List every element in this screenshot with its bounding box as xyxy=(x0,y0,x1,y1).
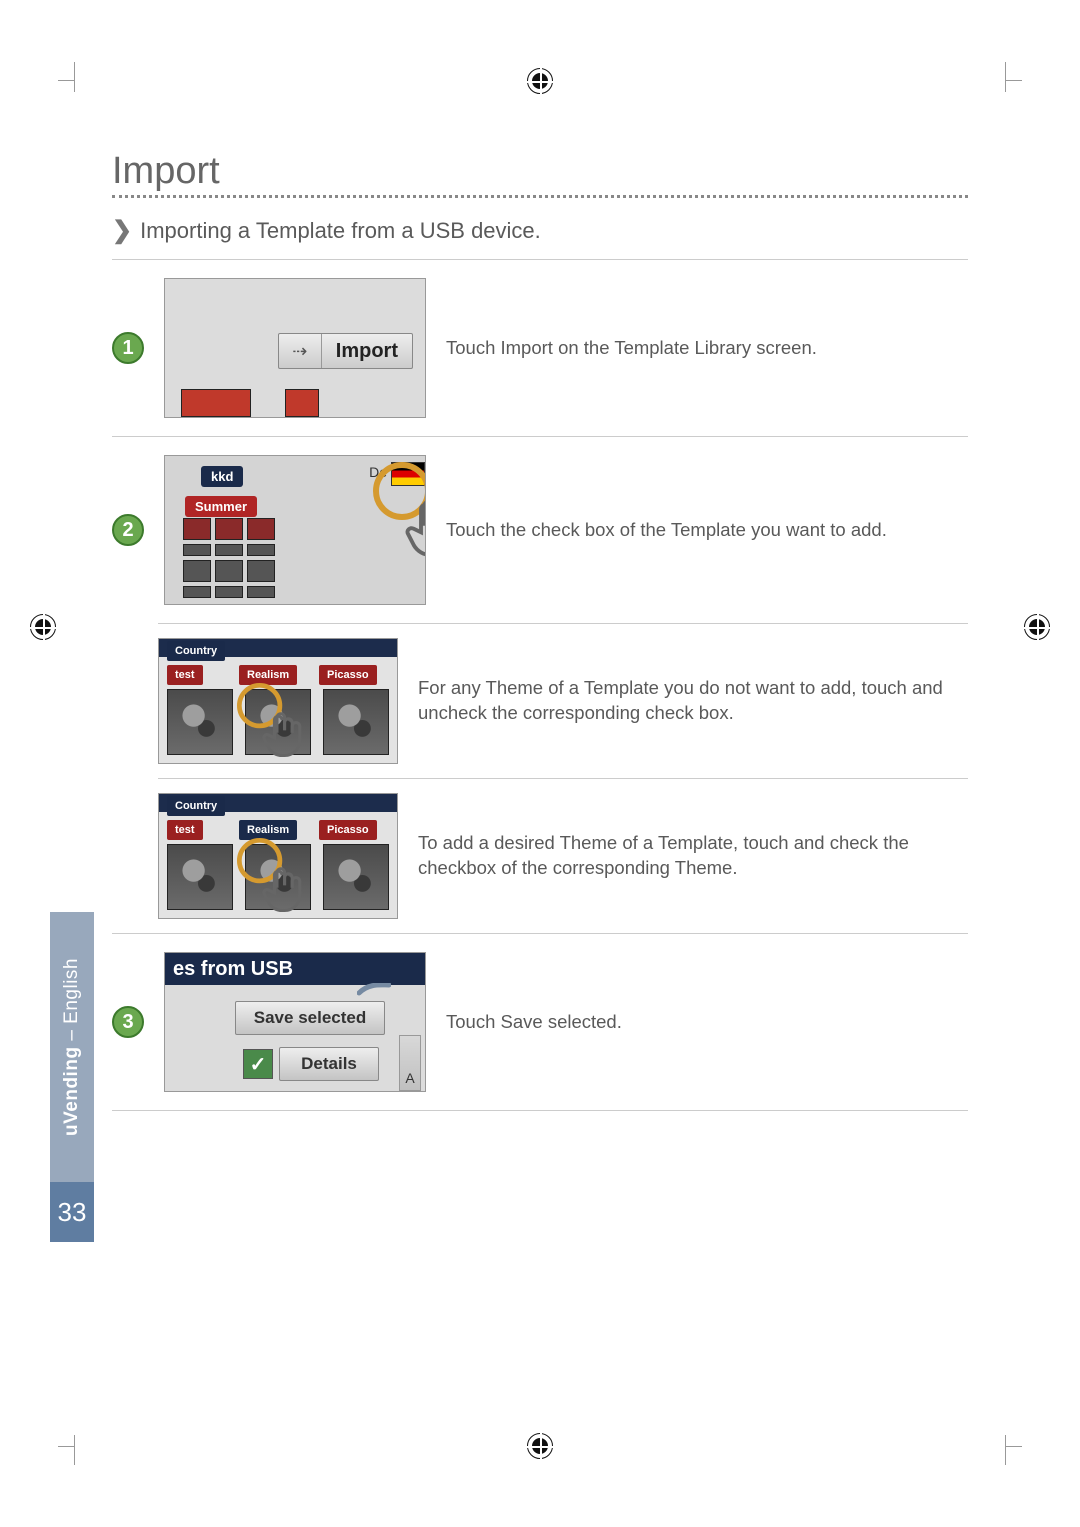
step-2b-description: For any Theme of a Template you do not w… xyxy=(418,676,968,726)
screenshot-step-2: kkd Summer De xyxy=(164,455,426,605)
save-selected-label: Save selected xyxy=(254,1008,366,1028)
swoosh-icon xyxy=(357,983,391,997)
page-number: 33 xyxy=(50,1182,94,1242)
crop-mark xyxy=(74,62,75,92)
template-thumb xyxy=(285,389,319,417)
details-label: Details xyxy=(301,1054,357,1074)
step-1-description: Touch Import on the Template Library scr… xyxy=(446,336,968,361)
step-badge-3: 3 xyxy=(112,1006,144,1038)
usb-dialog-title: es from USB xyxy=(165,953,425,985)
crop-mark xyxy=(1005,62,1006,92)
crop-mark xyxy=(1006,1446,1022,1447)
crop-mark xyxy=(74,1435,75,1465)
crop-mark xyxy=(1005,1435,1006,1465)
details-button[interactable]: Details xyxy=(279,1047,379,1081)
theme-thumb xyxy=(247,544,275,556)
theme-thumb xyxy=(215,586,243,598)
step-3-description: Touch Save selected. xyxy=(446,1010,968,1035)
theme-thumb xyxy=(215,560,243,582)
theme-chip-realism[interactable]: Realism xyxy=(239,820,297,840)
theme-thumb xyxy=(183,518,211,540)
crop-mark xyxy=(58,1446,74,1447)
side-tab-lang: English xyxy=(61,958,82,1024)
chevron-right-icon: ❯ xyxy=(112,216,132,245)
step-number: 3 xyxy=(112,1006,144,1038)
theme-chip-picasso[interactable]: Picasso xyxy=(319,665,377,685)
step-number: 1 xyxy=(112,332,144,364)
step-2: 2 kkd Summer De xyxy=(112,436,968,623)
theme-thumb xyxy=(183,586,211,598)
alpha-index-letter: A xyxy=(405,1070,414,1086)
step-number: 2 xyxy=(112,514,144,546)
registration-mark-icon xyxy=(527,68,553,94)
details-checkbox[interactable]: ✓ xyxy=(243,1049,273,1079)
template-chip-summer[interactable]: Summer xyxy=(185,496,257,517)
theme-thumb xyxy=(215,544,243,556)
theme-thumb xyxy=(247,518,275,540)
screenshot-step-3: es from USB Save selected ✓ Details A xyxy=(164,952,426,1092)
step-2c-description: To add a desired Theme of a Template, to… xyxy=(418,831,968,881)
subheading: ❯ Importing a Template from a USB device… xyxy=(112,216,968,245)
theme-chip-realism[interactable]: Realism xyxy=(239,665,297,685)
crop-mark xyxy=(58,80,74,81)
step-2c: Country test Realism Picasso To add a de… xyxy=(158,778,968,933)
import-button[interactable]: ⇢ Import xyxy=(278,333,413,369)
theme-chip-country[interactable]: Country xyxy=(167,641,225,661)
theme-thumb xyxy=(215,518,243,540)
subheading-text: Importing a Template from a USB device. xyxy=(140,218,541,244)
step-2b: Country test Realism Picasso For any The… xyxy=(158,623,968,778)
theme-thumb xyxy=(183,560,211,582)
alpha-index[interactable]: A xyxy=(399,1035,421,1091)
step-1: 1 ⇢ Import Touch Import on the Template … xyxy=(112,259,968,436)
crop-mark xyxy=(1006,80,1022,81)
registration-mark-icon xyxy=(527,1433,553,1459)
step-badge-1: 1 xyxy=(112,332,144,364)
registration-mark-icon xyxy=(30,614,56,640)
import-button-label: Import xyxy=(321,334,412,368)
theme-chip-country[interactable]: Country xyxy=(167,796,225,816)
theme-thumb xyxy=(183,544,211,556)
import-icon: ⇢ xyxy=(279,341,321,362)
step-2-description: Touch the check box of the Template you … xyxy=(446,518,968,543)
theme-chip-test[interactable]: test xyxy=(167,820,203,840)
step-3: 3 es from USB Save selected ✓ Details A … xyxy=(112,933,968,1111)
step-badge-2: 2 xyxy=(112,514,144,546)
screenshot-step-2b: Country test Realism Picasso xyxy=(158,638,398,764)
theme-chip-test[interactable]: test xyxy=(167,665,203,685)
side-tab-section: uVending xyxy=(61,1046,82,1136)
template-thumb xyxy=(181,389,251,417)
side-tab-sep: – xyxy=(61,1024,82,1047)
save-selected-button[interactable]: Save selected xyxy=(235,1001,385,1035)
screenshot-step-1: ⇢ Import xyxy=(164,278,426,418)
side-tab: uVending – English xyxy=(50,912,94,1182)
section-title: Import xyxy=(112,150,968,198)
theme-thumb xyxy=(247,560,275,582)
screenshot-step-2c: Country test Realism Picasso xyxy=(158,793,398,919)
registration-mark-icon xyxy=(1024,614,1050,640)
theme-thumb xyxy=(247,586,275,598)
template-chip-kkd[interactable]: kkd xyxy=(201,466,243,487)
theme-chip-picasso[interactable]: Picasso xyxy=(319,820,377,840)
